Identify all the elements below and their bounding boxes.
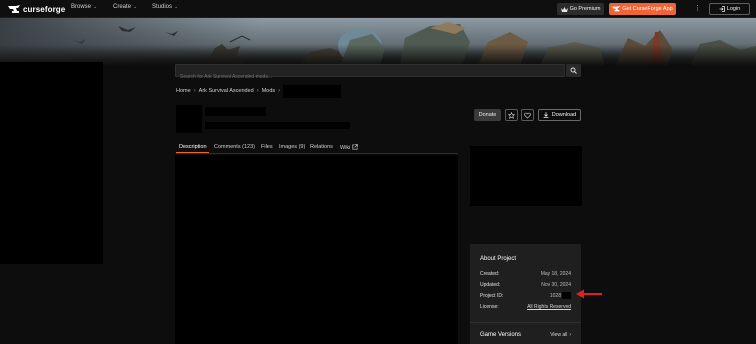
download-icon [543,112,549,118]
tab-relations[interactable]: Relations [310,144,333,150]
search-input[interactable] [176,71,564,83]
get-app-label: Get CurseForge App [622,6,673,12]
nav-create-label: Create [113,4,132,10]
tab-images[interactable]: Images (9) [279,144,305,150]
nav-browse[interactable]: Browse ⌄ [71,4,97,10]
view-all-label: View all [550,332,568,338]
search-icon [570,67,577,74]
project-tabs: Description Comments (123) Files Images … [176,141,458,154]
chevron-down-icon: ⌄ [93,4,98,10]
redacted-left-ad [0,62,103,264]
login-icon [719,6,725,12]
redacted-description [175,155,458,344]
star-icon [508,111,515,119]
license-label: License: [480,304,499,310]
nav-studios-label: Studios [152,4,173,10]
active-tab-indicator [176,152,209,153]
tab-wiki-label: Wiki [340,145,351,151]
about-project-panel: About Project Created: May 18, 2024 Upda… [470,244,581,344]
search-button[interactable] [566,64,581,77]
login-button[interactable]: Login [709,3,750,15]
redacted-breadcrumb-project [283,85,341,98]
project-id-label: Project ID: [480,293,504,299]
chevron-right-icon: › [256,88,259,94]
tab-description[interactable]: Description [179,144,207,150]
redacted-project-author [205,122,350,129]
license-link[interactable]: All Rights Reserved [527,304,571,310]
chevron-right-icon: › [569,332,571,338]
go-premium-label: Go Premium [569,6,601,12]
project-id-value: 1028 [549,293,561,299]
top-navigation: curseforge Browse ⌄ Create ⌄ Studios ⌄ G… [0,0,756,18]
breadcrumb: Home › Ark Survival Ascended › Mods › [176,87,280,95]
nav-browse-label: Browse [71,4,92,10]
about-project-title: About Project [480,256,517,262]
chevron-down-icon: ⌄ [133,4,138,10]
tab-wiki[interactable]: Wiki [340,144,358,151]
curseforge-logo-icon [612,6,621,12]
donate-button[interactable]: Donate [474,109,501,121]
redacted-project-id [562,292,571,299]
login-label: Login [726,6,741,12]
chevron-right-icon: › [278,88,281,94]
kebab-menu-icon[interactable]: ⋮ [694,4,701,13]
curseforge-logo[interactable]: curseforge [8,3,65,15]
nav-create[interactable]: Create ⌄ [113,4,137,10]
banner-artwork [0,18,756,66]
curseforge-logo-icon [8,4,20,13]
redacted-right-ad [470,146,582,206]
download-button[interactable]: Download [538,109,581,121]
external-link-icon [352,144,358,150]
favorite-button[interactable] [505,109,518,121]
download-label: Download [551,112,577,118]
breadcrumb-home[interactable]: Home [176,88,191,94]
created-label: Created: [480,271,500,277]
tab-comments[interactable]: Comments (123) [214,144,255,150]
crown-icon [560,6,568,12]
red-arrow-icon [576,289,602,299]
donate-label: Donate [478,112,497,118]
go-premium-button[interactable]: Go Premium [557,3,604,15]
view-all-link[interactable]: View all › [550,332,571,338]
created-value: May 18, 2024 [540,271,571,277]
redacted-project-title [205,107,266,116]
nav-studios[interactable]: Studios ⌄ [152,4,178,10]
heart-icon [524,112,531,119]
breadcrumb-game[interactable]: Ark Survival Ascended [199,88,254,94]
search-bar [175,64,565,83]
game-versions-title: Game Versions [480,332,522,338]
divider [470,322,581,323]
breadcrumb-section[interactable]: Mods [262,88,275,94]
game-banner [0,18,756,66]
tab-files[interactable]: Files [261,144,273,150]
redacted-project-avatar [176,105,202,133]
follow-button[interactable] [521,109,534,121]
updated-label: Updated: [480,282,501,288]
updated-value: Nov 30, 2024 [541,282,571,288]
chevron-right-icon: › [193,88,196,94]
chevron-down-icon: ⌄ [174,4,179,10]
brand-name: curseforge [23,4,66,14]
get-app-button[interactable]: Get CurseForge App [609,3,676,15]
